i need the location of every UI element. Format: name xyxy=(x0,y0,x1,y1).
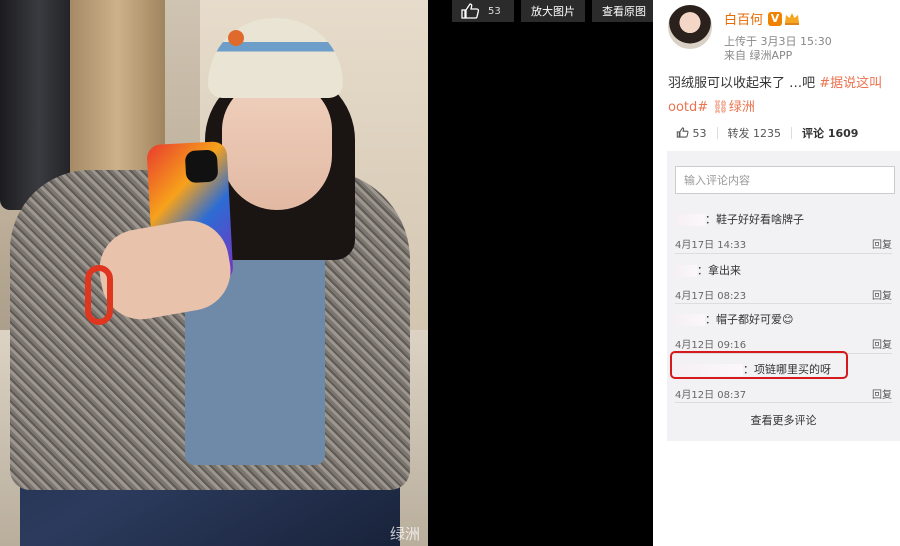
commenter-name-blurred[interactable] xyxy=(675,214,705,226)
stats-divider xyxy=(791,127,792,139)
enlarge-image-button[interactable]: 放大图片 xyxy=(521,0,585,22)
comment-item: ：拿出来 4月17日 08:23 回复 xyxy=(675,262,892,302)
username-row: 白百何 V xyxy=(724,9,800,28)
comment-input[interactable]: 输入评论内容 xyxy=(675,166,895,194)
phone-camera xyxy=(184,149,219,184)
image-toolbar: 53 放大图片 查看原图 xyxy=(452,0,663,22)
thumbs-up-icon xyxy=(676,126,689,140)
comment-time: 4月12日 09:16 xyxy=(675,340,747,351)
comment-text: ：鞋子好好看啥牌子 xyxy=(705,213,804,226)
highlight-annotation-box xyxy=(670,351,848,379)
repost-button[interactable]: 转发 1235 xyxy=(728,125,782,141)
username-link[interactable]: 白百何 xyxy=(724,9,763,28)
stats-divider xyxy=(716,127,718,139)
repost-label: 转发 xyxy=(727,127,750,140)
reply-button[interactable]: 回复 xyxy=(872,386,892,401)
post-source: 来自 绿洲APP xyxy=(724,49,793,62)
photo-bracelet xyxy=(85,265,113,325)
comment-label: 评论 xyxy=(802,127,824,140)
location-link[interactable]: ⛓绿洲 xyxy=(712,100,755,115)
reply-button[interactable]: 回复 xyxy=(872,287,892,302)
post-detail-panel: 白百何 V 上传于 3月3日 15:30 来自 绿洲APP 羽绒服可以收起来了 … xyxy=(653,0,900,546)
reply-button[interactable]: 回复 xyxy=(872,336,892,351)
stats-like-count: 53 xyxy=(692,126,707,140)
cap-logo xyxy=(228,30,244,46)
comment-count: 1609 xyxy=(827,127,859,140)
location-link-label: 绿洲 xyxy=(728,100,755,115)
comment-tab[interactable]: 评论 1609 xyxy=(802,125,858,141)
like-button[interactable]: 53 xyxy=(452,0,514,22)
avatar[interactable] xyxy=(668,5,712,49)
post-text: 羽绒服可以收起来了 …吧 #据说这叫ootd# ⛓绿洲 xyxy=(668,72,890,120)
comment-section: 输入评论内容 ：鞋子好好看啥牌子 4月17日 14:33 回复 ：拿出来 4月17… xyxy=(667,151,900,441)
comment-time: 4月17日 08:23 xyxy=(675,291,747,302)
comment-text: ：帽子都好可爱😊 xyxy=(705,313,794,326)
post-body: 羽绒服可以收起来了 …吧 xyxy=(668,76,820,91)
view-original-button[interactable]: 查看原图 xyxy=(592,0,656,22)
comment-item: ：鞋子好好看啥牌子 4月17日 14:33 回复 xyxy=(675,211,892,251)
commenter-name-blurred[interactable] xyxy=(675,314,705,326)
crown-icon xyxy=(784,12,800,25)
photo-watermark: 绿洲 xyxy=(389,525,420,543)
commenter-name-blurred[interactable] xyxy=(675,265,697,277)
comment-divider xyxy=(675,303,892,304)
photo-face xyxy=(222,80,332,210)
comment-divider xyxy=(675,253,892,254)
reply-button[interactable]: 回复 xyxy=(872,236,892,251)
verified-badge: V xyxy=(768,11,783,26)
stats-like-button[interactable]: 53 xyxy=(676,127,707,140)
comment-time: 4月17日 14:33 xyxy=(675,240,747,251)
comment-divider xyxy=(675,402,892,403)
post-photo[interactable]: 绿洲 xyxy=(0,0,428,546)
comment-text: ：拿出来 xyxy=(697,264,741,277)
view-more-comments-link[interactable]: 查看更多评论 xyxy=(667,412,900,428)
repost-count: 1235 xyxy=(753,127,781,140)
thumbs-up-icon xyxy=(460,3,480,19)
like-count: 53 xyxy=(488,5,501,17)
post-stats: 53 转发 1235 评论 1609 xyxy=(676,125,858,141)
comment-item: ：帽子都好可爱😊 4月12日 09:16 回复 xyxy=(675,311,892,351)
comment-time: 4月12日 08:37 xyxy=(675,390,747,401)
link-icon: ⛓ xyxy=(712,100,729,115)
